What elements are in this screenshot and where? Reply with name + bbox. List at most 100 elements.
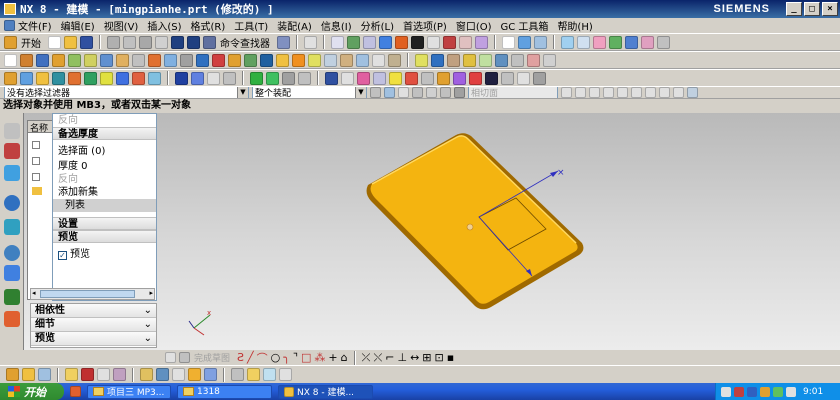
constraint-icon[interactable]: ⊥ <box>397 351 407 364</box>
sketch-icon[interactable] <box>165 352 176 363</box>
line-icon[interactable] <box>68 71 81 85</box>
option-icon[interactable] <box>641 35 654 49</box>
dimension-tool-icon[interactable]: ↔ <box>410 351 419 364</box>
deselect-icon[interactable] <box>398 87 409 98</box>
snap-mode-dropdown[interactable]: 相切面 <box>468 87 558 98</box>
edge-blend-icon[interactable] <box>276 53 289 67</box>
scroll-right-icon[interactable]: ▸ <box>149 289 153 297</box>
thicken-icon[interactable] <box>388 53 401 67</box>
menu-help[interactable]: 帮助(H) <box>557 18 592 33</box>
surface-icon[interactable] <box>415 53 428 67</box>
wireframe-icon[interactable] <box>427 35 440 49</box>
divide-curve-icon[interactable] <box>223 71 236 85</box>
quick-trim-icon[interactable]: ⤫ <box>362 351 371 365</box>
hd3d-tools-icon[interactable] <box>4 219 20 235</box>
wcs-icon[interactable] <box>518 35 531 49</box>
more-icon[interactable] <box>657 35 670 49</box>
journal-icon[interactable] <box>38 368 51 381</box>
circle-tool-icon[interactable]: ○ <box>271 351 281 364</box>
revolve-icon[interactable] <box>36 53 49 67</box>
cut-icon[interactable] <box>107 35 120 49</box>
pocket-icon[interactable] <box>132 53 145 67</box>
selection-tool-icon[interactable] <box>304 35 317 49</box>
constraint-navigator-icon[interactable] <box>4 143 20 159</box>
scroll-thumb[interactable] <box>40 290 135 298</box>
view-fit-icon[interactable] <box>331 35 344 49</box>
navigator-hscrollbar[interactable]: ◂ ▸ <box>30 288 155 300</box>
snap-point-icon[interactable] <box>426 87 437 98</box>
fillet-tool-icon[interactable]: ╮ <box>283 351 290 364</box>
sweep-icon[interactable] <box>447 53 460 67</box>
datum-plane-icon[interactable] <box>20 71 33 85</box>
text-icon[interactable] <box>132 71 145 85</box>
component-icon[interactable] <box>156 368 169 381</box>
snap-mid-icon[interactable] <box>575 87 586 98</box>
paste-icon[interactable] <box>139 35 152 49</box>
assembly-scope-dropdown[interactable]: 整个装配 ▼ <box>252 87 367 98</box>
close-button[interactable]: × <box>822 2 838 16</box>
clone-icon[interactable] <box>247 368 260 381</box>
join-curve-icon[interactable] <box>207 71 220 85</box>
rectangle-tool-icon[interactable]: □ <box>301 351 311 364</box>
sync-icon[interactable] <box>625 35 638 49</box>
snap-on-curve-icon[interactable] <box>659 87 670 98</box>
select-face-row[interactable]: 选择面 (0) <box>53 145 156 158</box>
camera-icon[interactable] <box>517 71 530 85</box>
taskbar-item-nx[interactable]: NX 8 - 建模... <box>278 384 373 399</box>
tree-expand-icon[interactable] <box>32 141 40 149</box>
subtract-icon[interactable] <box>212 53 225 67</box>
law-icon[interactable] <box>463 53 476 67</box>
menu-analysis[interactable]: 分析(L) <box>361 18 394 33</box>
feature-icon[interactable] <box>593 35 606 49</box>
volume-icon[interactable] <box>760 386 770 397</box>
measure-icon[interactable] <box>577 35 590 49</box>
snap-intersect-icon[interactable] <box>603 87 614 98</box>
unite-icon[interactable] <box>196 53 209 67</box>
gdt-icon[interactable] <box>405 71 418 85</box>
arc-icon[interactable] <box>84 71 97 85</box>
symbol-icon[interactable] <box>389 71 402 85</box>
menu-tools[interactable]: 工具(T) <box>234 18 268 33</box>
sketch-icon[interactable] <box>4 53 17 67</box>
sphere-icon[interactable] <box>411 35 424 49</box>
shaded-cube-icon[interactable] <box>379 35 392 49</box>
assembly-navigator-icon[interactable] <box>4 123 20 139</box>
start-menu-button[interactable]: 开始 <box>0 383 64 400</box>
tool-icon[interactable] <box>81 368 94 381</box>
menu-assembly[interactable]: 装配(A) <box>277 18 312 33</box>
menu-edit[interactable]: 编辑(E) <box>61 18 95 33</box>
update-icon[interactable] <box>773 386 783 397</box>
quick-pick-icon[interactable] <box>440 87 451 98</box>
macro-icon[interactable] <box>6 368 19 381</box>
axis-icon[interactable] <box>534 35 547 49</box>
settings-group-header[interactable]: 设置 <box>53 217 156 230</box>
offset-face-icon[interactable] <box>340 53 353 67</box>
studio-render-icon[interactable] <box>533 71 546 85</box>
hide-icon[interactable] <box>475 35 488 49</box>
crosshatch-icon[interactable] <box>437 71 450 85</box>
datum-csys-icon[interactable] <box>52 71 65 85</box>
scroll-left-icon[interactable]: ◂ <box>32 289 36 297</box>
chamfer-tool-icon[interactable]: ⌝ <box>293 351 298 364</box>
drafting-icon[interactable] <box>325 71 338 85</box>
cylinder-icon[interactable] <box>68 53 81 67</box>
preview-panel-header[interactable]: 预览 ⌄ <box>31 332 156 346</box>
snap-icon[interactable] <box>412 87 423 98</box>
snap-on-face-icon[interactable] <box>673 87 684 98</box>
quicklaunch-icon[interactable] <box>70 386 81 397</box>
boss-icon[interactable] <box>116 53 129 67</box>
pad-icon[interactable] <box>148 53 161 67</box>
trim-body-icon[interactable] <box>244 53 257 67</box>
light-bulb-icon[interactable] <box>22 368 35 381</box>
offset-tool-icon[interactable]: ⌂ <box>341 351 348 364</box>
arrangement-icon[interactable] <box>263 368 276 381</box>
trim-curve-icon[interactable] <box>282 71 295 85</box>
assembly-icon[interactable] <box>140 368 153 381</box>
arc-tool-icon[interactable]: ⌒ <box>257 350 268 366</box>
delete-icon[interactable] <box>155 35 168 49</box>
window-icon[interactable] <box>277 35 290 49</box>
snap-control-icon[interactable] <box>589 87 600 98</box>
menu-preferences[interactable]: 首选项(P) <box>403 18 447 33</box>
finish-sketch-icon[interactable] <box>179 352 190 363</box>
tray-app-icon[interactable] <box>786 386 796 397</box>
